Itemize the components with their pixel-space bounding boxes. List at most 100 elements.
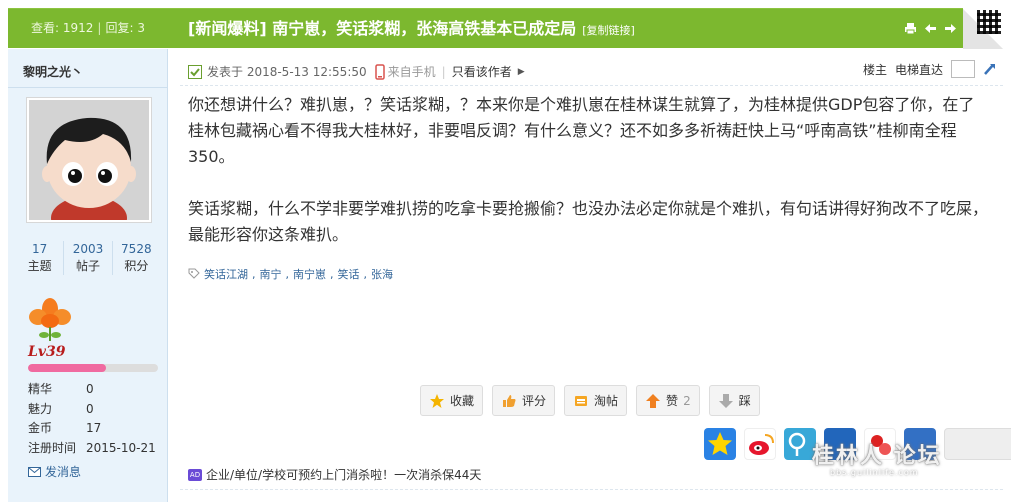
triangle-right-icon: ▶ bbox=[517, 66, 525, 77]
post-content: 你还想讲什么？难扒崽，？笑话浆糊，？本来你是个难扒崽在桂林谋生就算了，为桂林提供… bbox=[188, 92, 988, 274]
floor-jump-input[interactable] bbox=[951, 60, 975, 78]
thread-header: 查看: 1912 | 回复: 3 [新闻爆料] 南宁崽，笑话浆糊，张海高铁基本已成定… bbox=[8, 8, 1003, 49]
stat-threads[interactable]: 17 主题 bbox=[16, 241, 65, 275]
like-button[interactable]: 赞 2 bbox=[636, 385, 700, 416]
favorite-button[interactable]: 收藏 bbox=[420, 385, 484, 416]
views-label: 查看: bbox=[31, 21, 60, 35]
profile-row: 魅力 0 bbox=[28, 400, 156, 420]
profile-key: 金币 bbox=[28, 421, 53, 435]
star-icon bbox=[430, 393, 444, 408]
header-icons bbox=[904, 22, 957, 35]
like-label[interactable]: 赞 bbox=[666, 392, 678, 409]
post-actions: 收藏 评分 淘帖 赞 2 踩 bbox=[420, 385, 760, 416]
mobile-icon bbox=[374, 63, 385, 80]
profile-value: 0 bbox=[86, 382, 94, 396]
author-stats: 17 主题 2003 帖子 7528 积分 bbox=[16, 241, 160, 275]
tao-label[interactable]: 淘帖 bbox=[594, 392, 618, 409]
stat-threads-num[interactable]: 17 bbox=[16, 241, 63, 257]
tag-link[interactable]: 笑话江湖 bbox=[204, 266, 248, 282]
level-flower-icon bbox=[28, 297, 72, 343]
prev-thread-icon[interactable] bbox=[924, 22, 937, 35]
profile-row: 精华 0 bbox=[28, 380, 156, 400]
ad-line[interactable]: AD 企业/单位/学校可预约上门消杀啦！一次消杀保44天 bbox=[188, 466, 481, 483]
stat-posts[interactable]: 2003 帖子 bbox=[64, 241, 113, 275]
next-thread-icon[interactable] bbox=[944, 22, 957, 35]
profile-info: 精华 0 魅力 0 金币 17 注册时间 2015-10-21 bbox=[28, 380, 156, 458]
replies-count: 3 bbox=[137, 21, 145, 35]
divider bbox=[8, 87, 167, 88]
post-tags: 笑话江湖, 南宁, 南宁崽, 笑话, 张海 bbox=[188, 266, 393, 282]
weibo-share-icon[interactable] bbox=[744, 428, 776, 460]
stat-points[interactable]: 7528 积分 bbox=[113, 241, 160, 275]
send-message-label[interactable]: 发消息 bbox=[45, 463, 81, 480]
like-count: 2 bbox=[683, 393, 691, 408]
jump-go-icon[interactable] bbox=[983, 62, 997, 76]
elevator-label: 电梯直达 bbox=[894, 62, 943, 77]
level-progress-fill bbox=[28, 364, 106, 372]
avatar-frame[interactable] bbox=[26, 97, 152, 223]
stat-posts-label: 帖子 bbox=[75, 259, 100, 273]
post-time: 发表于 2018-5-13 12:55:50 bbox=[207, 65, 367, 79]
arrow-up-icon bbox=[646, 393, 661, 408]
site-watermark-url: bbs.guilinlife.com bbox=[830, 468, 919, 477]
dislike-button[interactable]: 踩 bbox=[708, 385, 760, 416]
copy-link-button[interactable]: [复制链接] bbox=[582, 24, 635, 37]
qr-code-icon[interactable] bbox=[977, 10, 1001, 34]
user-level: Lv39 bbox=[28, 344, 66, 360]
post-paragraph: 笑话浆糊，什么不学非要学难扒捞的吃拿卡要抢搬偷？也没办法必定你就是个难扒，有句话… bbox=[188, 199, 989, 244]
author-name[interactable]: 黎明之光丶 bbox=[23, 63, 83, 80]
rate-label[interactable]: 评分 bbox=[522, 392, 546, 409]
profile-key: 魅力 bbox=[28, 401, 53, 416]
thread-title[interactable]: [新闻爆料] 南宁崽，笑话浆糊，张海高铁基本已成定局 bbox=[188, 19, 576, 38]
profile-value: 2015-10-21 bbox=[86, 440, 156, 455]
profile-row: 注册时间 2015-10-21 bbox=[28, 439, 156, 459]
collection-icon bbox=[575, 395, 588, 406]
stat-points-num[interactable]: 7528 bbox=[113, 241, 160, 257]
share-placeholder bbox=[944, 428, 1011, 460]
only-author-link[interactable]: 只看该作者 bbox=[452, 63, 512, 80]
qzone-share-icon[interactable] bbox=[704, 428, 736, 460]
rate-button[interactable]: 评分 bbox=[492, 385, 556, 416]
print-icon[interactable] bbox=[904, 22, 917, 35]
thumbs-up-icon bbox=[503, 394, 516, 407]
tag-icon bbox=[188, 268, 200, 279]
profile-row: 金币 17 bbox=[28, 419, 156, 439]
tag-link[interactable]: 南宁崽 bbox=[293, 266, 326, 282]
tag-link[interactable]: 张海 bbox=[371, 266, 393, 282]
floor-controls: 楼主 电梯直达 bbox=[863, 60, 997, 78]
profile-key: 精华 bbox=[28, 382, 53, 396]
level-progress-bar bbox=[28, 364, 158, 372]
ad-badge: AD bbox=[188, 468, 202, 481]
divider: | bbox=[441, 64, 446, 79]
profile-key: 注册时间 bbox=[28, 440, 77, 455]
post-meta: 发表于 2018-5-13 12:55:50 来自手机 | 只看该作者 ▶ bbox=[188, 63, 525, 80]
stat-threads-label: 主题 bbox=[27, 259, 52, 273]
envelope-icon bbox=[28, 466, 41, 477]
ad-text[interactable]: 企业/单位/学校可预约上门消杀啦！一次消杀保44天 bbox=[206, 466, 481, 483]
post-status-icon bbox=[188, 64, 202, 79]
send-message-link[interactable]: 发消息 bbox=[28, 463, 81, 480]
tag-link[interactable]: 南宁 bbox=[260, 266, 282, 282]
site-watermark: 桂林人 论坛 bbox=[812, 444, 942, 469]
floor-label: 楼主 bbox=[862, 62, 887, 77]
thread-stats: 查看: 1912 | 回复: 3 bbox=[31, 21, 145, 35]
from-mobile-label[interactable]: 来自手机 bbox=[388, 63, 436, 80]
arrow-down-icon bbox=[718, 393, 733, 408]
avatar[interactable] bbox=[29, 100, 149, 220]
post-paragraph: 你还想讲什么？难扒崽，？笑话浆糊，？本来你是个难扒崽在桂林谋生就算了，为桂林提供… bbox=[188, 95, 975, 166]
divider bbox=[180, 85, 1003, 86]
tag-link[interactable]: 笑话 bbox=[338, 266, 360, 282]
dislike-label[interactable]: 踩 bbox=[739, 392, 751, 409]
profile-value: 0 bbox=[86, 401, 94, 416]
qr-code-corner[interactable] bbox=[963, 8, 1003, 49]
views-count: 1912 bbox=[62, 21, 94, 35]
stat-points-label: 积分 bbox=[124, 259, 149, 273]
divider bbox=[180, 489, 1003, 490]
author-sidebar: 黎明之光丶 17 主题 2003 帖子 7528 积分 Lv39 精华 0 魅力… bbox=[8, 49, 168, 502]
favorite-label[interactable]: 收藏 bbox=[450, 392, 474, 409]
thread-title-block: [新闻爆料] 南宁崽，笑话浆糊，张海高铁基本已成定局 [复制链接] bbox=[188, 9, 635, 49]
tao-button[interactable]: 淘帖 bbox=[564, 385, 628, 416]
profile-value: 17 bbox=[86, 421, 102, 435]
stat-posts-num[interactable]: 2003 bbox=[64, 241, 111, 257]
replies-label: 回复: bbox=[105, 21, 134, 35]
